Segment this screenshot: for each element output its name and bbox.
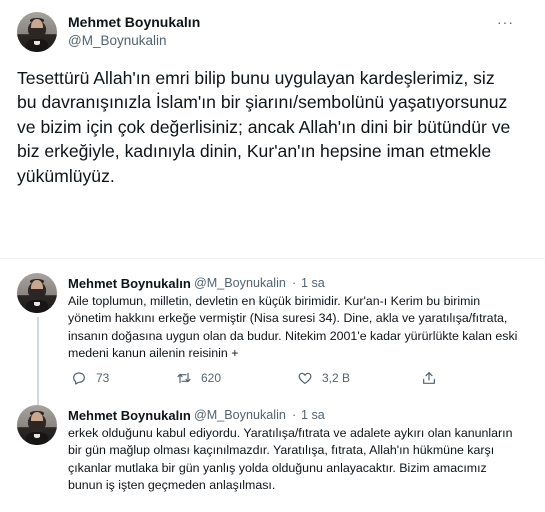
tweet-text: Aile toplumun, milletin, devletin en küç… [68, 294, 518, 361]
author-name[interactable]: Mehmet Boynukalın [68, 276, 191, 291]
tweet-text: erkek olduğunu kabul ediyordu. Yaratılış… [68, 426, 513, 493]
retweet-count: 620 [201, 371, 222, 385]
avatar[interactable] [17, 12, 57, 52]
like-count: 3,2 B [322, 371, 351, 385]
reply-button[interactable]: 73 [71, 370, 109, 386]
separator: · [292, 276, 297, 290]
author-name[interactable]: Mehmet Boynukalın [68, 408, 191, 423]
retweet-icon [176, 370, 192, 386]
share-icon [421, 370, 437, 386]
author-handle[interactable]: @M_Boynukalin [194, 408, 286, 422]
author-handle[interactable]: @M_Boynukalin [194, 276, 286, 290]
thread-line [37, 393, 39, 405]
thread-line [37, 317, 39, 393]
author-handle[interactable]: @M_Boynukalin [68, 33, 167, 48]
timestamp[interactable]: 1 sa [301, 276, 325, 290]
divider [0, 258, 545, 259]
share-button[interactable] [421, 370, 437, 386]
separator: · [292, 408, 297, 422]
more-options-button[interactable]: ··· [497, 14, 514, 30]
like-button[interactable]: 3,2 B [297, 370, 350, 386]
avatar[interactable] [17, 273, 57, 313]
tweet-text: Tesettürü Allah'ın emri bilip bunu uygul… [17, 68, 511, 186]
avatar[interactable] [17, 405, 57, 445]
retweet-button[interactable]: 620 [176, 370, 221, 386]
reply-icon [71, 370, 87, 386]
like-icon [297, 370, 313, 386]
author-name[interactable]: Mehmet Boynukalın [68, 14, 200, 30]
timestamp[interactable]: 1 sa [301, 408, 325, 422]
reply-count: 73 [96, 371, 110, 385]
